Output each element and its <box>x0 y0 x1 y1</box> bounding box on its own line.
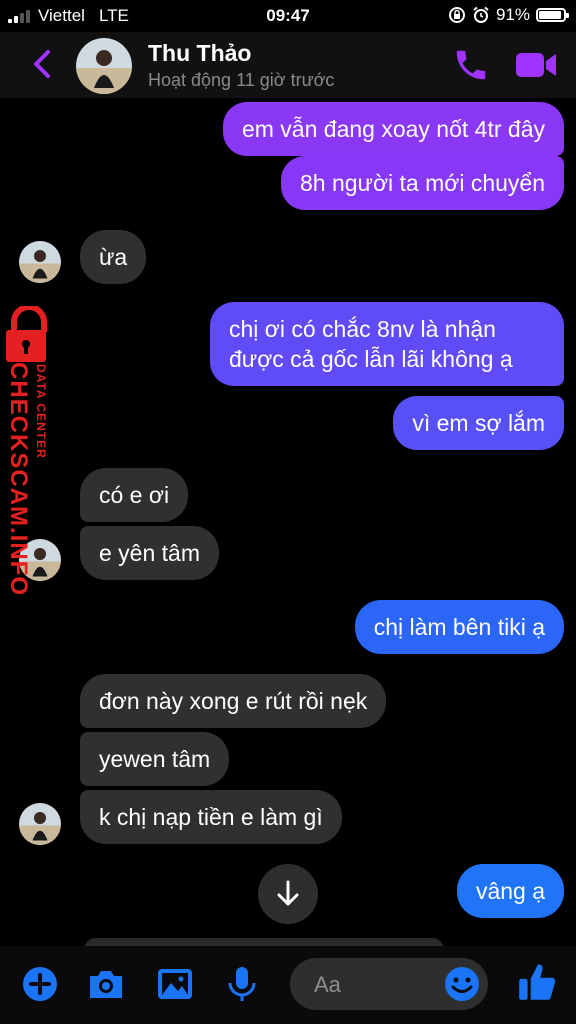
activity-status: Hoạt động 11 giờ trước <box>148 70 335 90</box>
scroll-to-bottom-button[interactable] <box>258 864 318 924</box>
watermark-tagline: DATA CENTER <box>34 364 48 459</box>
video-call-icon[interactable] <box>514 48 558 82</box>
rotation-lock-icon <box>448 7 465 23</box>
message-bubble-incoming[interactable]: đơn này xong e rút rồi nẹk <box>80 674 387 728</box>
chat-header: Thu Thảo Hoạt động 11 giờ trước <box>0 32 576 98</box>
contact-avatar[interactable] <box>76 38 132 94</box>
message-list[interactable]: em vẫn đang xoay nốt 4tr đây 8h người ta… <box>0 98 576 943</box>
contact-name[interactable]: Thu Thảo <box>148 40 251 67</box>
emoji-icon[interactable] <box>442 964 482 1004</box>
message-input-box[interactable] <box>290 958 488 1010</box>
message-text: chị làm bên tiki ạ <box>373 614 545 640</box>
message-bubble-outgoing[interactable]: vì em sợ lắm <box>393 396 564 450</box>
thumbs-up-icon[interactable] <box>516 960 558 1004</box>
message-text: em vẫn đang xoay nốt 4tr đây <box>241 116 545 142</box>
phone-call-icon[interactable] <box>452 46 490 84</box>
message-bubble-outgoing[interactable]: chị làm bên tiki ạ <box>354 600 564 654</box>
message-bubble-outgoing[interactable]: 8h người ta mới chuyển <box>280 156 564 210</box>
back-arrow-icon[interactable] <box>22 44 62 84</box>
message-bubble-outgoing[interactable]: vâng ạ <box>456 864 564 918</box>
message-text: e yên tâm <box>99 540 200 566</box>
message-text: yewen tâm <box>99 746 211 772</box>
message-text: được cả gốc lẫn lãi không ạ <box>229 346 513 372</box>
contact-avatar-small[interactable] <box>19 803 61 845</box>
message-bubble-incoming[interactable]: có e ơi <box>80 468 189 522</box>
message-text: có e ơi <box>99 482 170 508</box>
message-bubble-outgoing[interactable]: chị ơi có chắc 8nv là nhận được cả gốc lẫ… <box>210 302 564 386</box>
composer-bar <box>0 946 576 1024</box>
alarm-icon <box>473 6 489 23</box>
message-bubble-outgoing[interactable]: em vẫn đang xoay nốt 4tr đây <box>222 102 564 156</box>
status-bar: Viettel LTE 09:47 91% <box>0 0 576 32</box>
message-text: đơn này xong e rút rồi nẹk <box>99 688 368 714</box>
message-text: vì em sợ lắm <box>412 410 545 436</box>
plus-icon[interactable] <box>20 964 60 1004</box>
message-text: 8h người ta mới chuyển <box>299 170 545 196</box>
microphone-icon[interactable] <box>222 964 262 1004</box>
message-text: ừa <box>99 244 128 270</box>
message-bubble-incoming[interactable]: yewen tâm <box>80 732 230 786</box>
watermark-brand: CHECKSCAM.INFO <box>5 362 32 596</box>
message-input[interactable] <box>312 970 436 1000</box>
message-bubble-incoming[interactable]: k chị nạp tiền e làm gì <box>80 790 342 844</box>
battery-icon <box>536 8 569 22</box>
camera-icon[interactable] <box>86 964 126 1004</box>
message-bubble-incoming[interactable]: ừa <box>80 230 147 284</box>
battery-percent: 91% <box>495 5 530 24</box>
contact-avatar-small[interactable] <box>19 241 61 283</box>
photo-icon[interactable] <box>155 964 195 1004</box>
arrow-down-icon <box>277 880 299 906</box>
message-bubble-incoming[interactable]: e yên tâm <box>80 526 219 580</box>
message-text: k chị nạp tiền e làm gì <box>99 804 323 830</box>
message-text: vâng ạ <box>475 878 545 904</box>
message-text: chị ơi có chắc 8nv là nhận <box>229 316 496 342</box>
padlock-logo <box>6 306 47 362</box>
